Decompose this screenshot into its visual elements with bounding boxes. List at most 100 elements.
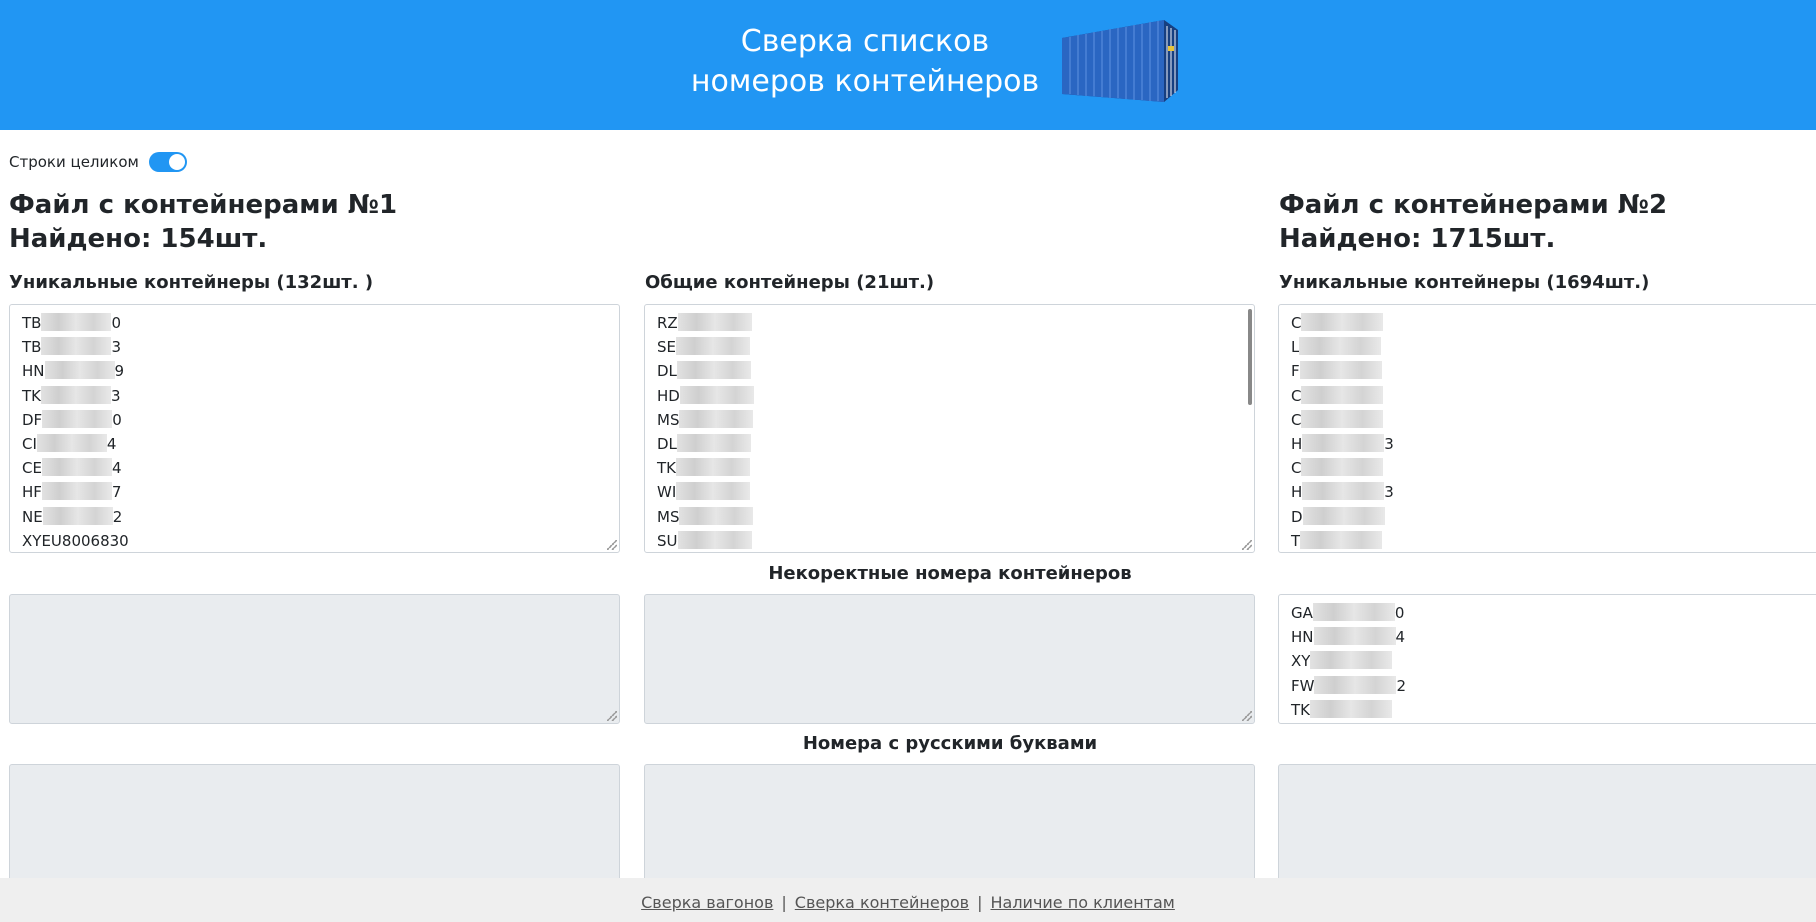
container-number-item: C	[1291, 456, 1816, 480]
container-number-item: DF 0	[22, 408, 607, 432]
container-number-item: H3	[1291, 432, 1816, 456]
container-number-item: D	[1291, 505, 1816, 529]
redacted-digits	[676, 434, 751, 453]
container-number-prefix: HF	[22, 483, 42, 502]
container-number-prefix: XY	[1291, 652, 1311, 671]
container-number-suffix: 0	[1394, 604, 1405, 622]
redacted-digits	[41, 458, 112, 477]
container-number-prefix: T	[1291, 531, 1301, 550]
container-number-item: WI	[657, 480, 1242, 504]
container-number-prefix: C	[1291, 314, 1302, 332]
container-number-prefix: GA	[1291, 604, 1313, 622]
container-number-prefix: CE	[22, 459, 42, 478]
container-number-prefix: DL	[657, 362, 677, 381]
container-number-suffix: 2	[112, 507, 123, 526]
incorrect1-textarea[interactable]	[9, 594, 620, 724]
redacted-digits	[1310, 651, 1393, 670]
container-number-suffix: 4	[1395, 628, 1406, 647]
container-number-item: C	[1291, 408, 1816, 432]
redacted-digits	[1310, 699, 1392, 718]
unique2-textarea[interactable]: CLFCCH3CH3DT	[1278, 304, 1816, 553]
redacted-digits	[1299, 361, 1382, 380]
redacted-digits	[679, 506, 754, 525]
redacted-digits	[1301, 313, 1384, 331]
resize-handle[interactable]	[607, 540, 617, 550]
container-number-item: CI 4	[22, 432, 607, 456]
container-number-prefix: L	[1291, 338, 1300, 357]
redacted-digits	[676, 458, 750, 477]
container-number-item: H3	[1291, 480, 1816, 504]
container-number-suffix: 9	[114, 362, 125, 381]
incorrect2-list: GA 0 HN 4 XY FW 2 TK	[1279, 595, 1816, 723]
redacted-digits	[1302, 482, 1385, 501]
common-textarea[interactable]: RZ SE DL HD MS DL TK WI MS SU	[644, 304, 1255, 553]
redacted-digits	[679, 409, 754, 428]
container-number-prefix: FW	[1291, 676, 1315, 695]
whole-lines-toggle[interactable]	[148, 152, 187, 172]
incorrect-common-textarea[interactable]	[644, 594, 1255, 724]
resize-handle[interactable]	[1242, 540, 1252, 550]
container-number-prefix: SU	[657, 531, 678, 550]
container-number-prefix: RZ	[657, 314, 678, 332]
russian-common-textarea[interactable]	[644, 764, 1255, 894]
container-number-item: FW 2	[1291, 674, 1816, 698]
container-number-prefix: TK	[657, 459, 676, 478]
russian1-textarea[interactable]	[9, 764, 620, 894]
scrollbar[interactable]	[1248, 309, 1252, 405]
container-number-prefix: C	[1291, 459, 1302, 478]
page-title-line1: Сверка списков	[740, 24, 990, 59]
container-number-suffix: 4	[106, 435, 117, 454]
container-number-suffix: 3	[111, 386, 121, 405]
resize-handle[interactable]	[1242, 711, 1252, 721]
redacted-digits	[1302, 434, 1385, 453]
file2-heading: Файл с контейнерами №2 Найдено: 1715шт.	[1279, 188, 1667, 256]
redacted-digits	[41, 337, 112, 356]
container-number-prefix: HN	[1291, 628, 1314, 647]
toggle-knob	[168, 154, 185, 170]
file1-found-count: Найдено: 154шт.	[9, 224, 268, 254]
redacted-digits	[676, 337, 750, 356]
container-number-item: XY	[1291, 649, 1816, 673]
redacted-digits	[676, 361, 751, 380]
redacted-digits	[1312, 603, 1395, 621]
file1-heading: Файл с контейнерами №1 Найдено: 154шт.	[9, 188, 397, 256]
redacted-digits	[41, 482, 112, 501]
redacted-digits	[42, 409, 113, 428]
link-wagon-reconciliation[interactable]: Сверка вагонов	[641, 893, 773, 912]
container-number-item: HN 4	[1291, 625, 1816, 649]
container-number-prefix: MS	[657, 410, 680, 429]
container-number-item: CE 4	[22, 456, 607, 480]
unique2-label: Уникальные контейнеры (1694шт.)	[1279, 272, 1650, 293]
container-number-suffix: 3	[1384, 483, 1394, 502]
resize-handle[interactable]	[607, 711, 617, 721]
container-number-suffix: 0	[111, 314, 121, 332]
redacted-digits	[1314, 675, 1397, 694]
redacted-digits	[1302, 506, 1385, 525]
container-number-item: TB 0	[22, 311, 607, 335]
russian2-textarea[interactable]	[1278, 764, 1816, 894]
container-number-prefix: DL	[657, 435, 677, 454]
file2-title: Файл с контейнерами №2	[1279, 190, 1668, 220]
container-number-item: MS	[657, 408, 1242, 432]
container-number-suffix: 2	[1396, 676, 1407, 695]
container-number-prefix: C	[1291, 386, 1302, 405]
container-number-item: DL	[657, 432, 1242, 456]
container-number-item: C	[1291, 311, 1816, 335]
redacted-digits	[677, 313, 752, 331]
container-number-prefix: H	[1291, 435, 1303, 454]
redacted-digits	[44, 361, 115, 380]
link-container-reconciliation[interactable]: Сверка контейнеров	[795, 893, 969, 912]
container-number-item: L	[1291, 335, 1816, 359]
container-number-prefix: CI	[22, 435, 37, 454]
container-number-suffix: 4	[111, 459, 122, 478]
redacted-digits	[1299, 337, 1382, 356]
unique1-textarea[interactable]: TB 0 TB 3 HN 9 TK 3 DF 0 CI 4 CE 4 HF 7 NE 2 XYEU8006830	[9, 304, 620, 553]
container-number-item: SU	[657, 529, 1242, 552]
incorrect2-textarea[interactable]: GA 0 HN 4 XY FW 2 TK	[1278, 594, 1816, 724]
container-number-item: F	[1291, 359, 1816, 383]
link-client-availability[interactable]: Наличие по клиентам	[990, 893, 1174, 912]
redacted-digits	[1301, 385, 1384, 404]
redacted-digits	[676, 482, 751, 501]
container-number-item: HD	[657, 384, 1242, 408]
whole-lines-toggle-row: Строки целиком	[9, 150, 187, 174]
